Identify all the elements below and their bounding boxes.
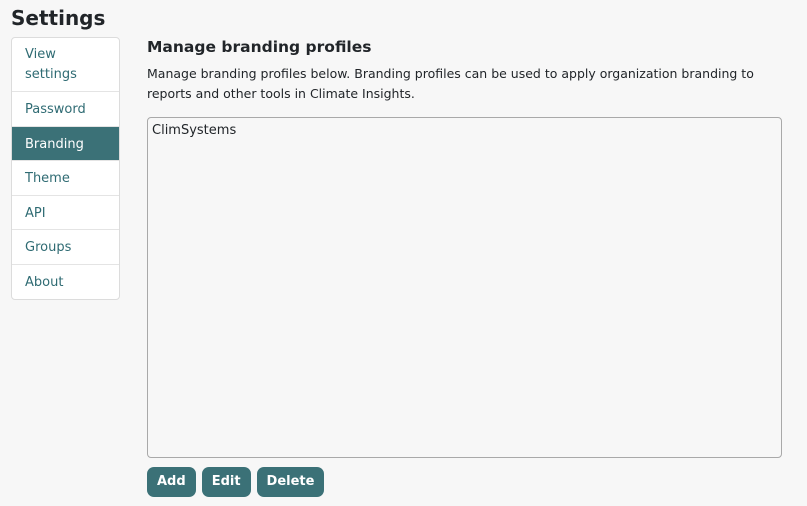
branding-panel: Manage branding profiles Manage branding… <box>147 36 787 497</box>
sidebar-item-api[interactable]: API <box>12 196 119 230</box>
sidebar-item-groups[interactable]: Groups <box>12 230 119 265</box>
delete-button[interactable]: Delete <box>256 467 325 497</box>
profile-actions: Add Edit Delete <box>147 467 325 497</box>
section-description: Manage branding profiles below. Branding… <box>147 66 754 101</box>
sidebar-item-about[interactable]: About <box>12 265 119 300</box>
branding-profile-list[interactable]: ClimSystems <box>147 117 782 458</box>
section-title: Manage branding profiles <box>147 38 372 56</box>
page-title: Settings <box>11 6 106 30</box>
settings-sidebar: View settings Password Branding Theme AP… <box>11 37 120 300</box>
profile-option-climsystems[interactable]: ClimSystems <box>152 122 777 140</box>
sidebar-item-theme[interactable]: Theme <box>12 161 119 196</box>
sidebar-item-password[interactable]: Password <box>12 92 119 127</box>
sidebar-item-branding[interactable]: Branding <box>12 126 119 161</box>
add-button[interactable]: Add <box>147 467 196 497</box>
edit-button[interactable]: Edit <box>201 467 251 497</box>
sidebar-item-view-settings[interactable]: View settings <box>12 38 119 92</box>
